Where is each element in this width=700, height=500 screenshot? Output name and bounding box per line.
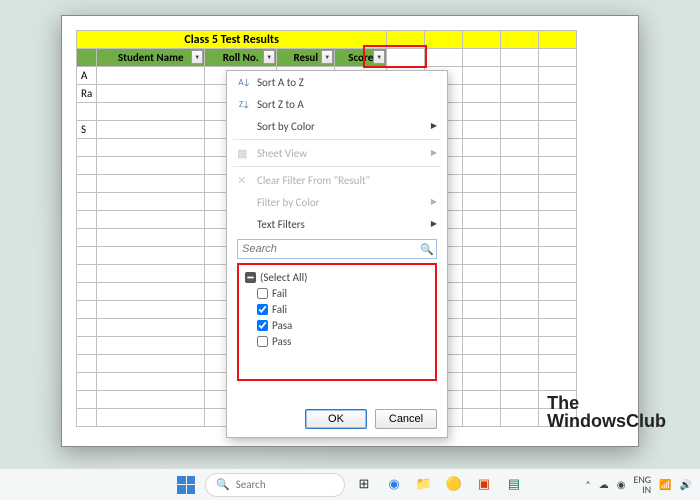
search-icon: 🔍 <box>216 478 230 491</box>
header-row: Student Name ▼ Roll No. ▼ Resul ▼ Score … <box>77 49 577 67</box>
filter-value-checkbox[interactable] <box>257 288 268 299</box>
tray-chevron-icon[interactable]: ˄ <box>585 478 590 491</box>
onedrive-icon[interactable]: ☁ <box>599 478 609 491</box>
sheet-view: ▦ Sheet View ▶ <box>227 142 447 164</box>
sheet-title: Class 5 Test Results <box>77 31 387 49</box>
search-icon: 🔍 <box>418 243 436 256</box>
clear-filter-icon: ✕ <box>237 174 251 187</box>
col-score[interactable]: Score ▼ <box>335 49 387 67</box>
volume-icon[interactable]: 🔊 <box>680 478 692 491</box>
filter-value-checkbox[interactable] <box>257 336 268 347</box>
start-button[interactable] <box>175 474 197 496</box>
wifi-icon[interactable]: 📶 <box>659 478 671 491</box>
filter-search-input[interactable] <box>238 243 418 255</box>
filter-search[interactable]: 🔍 <box>237 239 437 259</box>
filter-value-row[interactable]: Pasa <box>257 317 429 333</box>
filter-value-label: Fali <box>272 303 287 316</box>
task-view-icon[interactable]: ⊞ <box>353 474 375 496</box>
chevron-right-icon: ▶ <box>431 121 437 131</box>
row-fragment[interactable]: A <box>77 67 97 85</box>
spreadsheet-window: Class 5 Test Results Student Name ▼ Roll… <box>61 15 639 447</box>
office-icon[interactable]: ▣ <box>473 474 495 496</box>
filter-dropdown-icon[interactable]: ▼ <box>321 50 333 64</box>
excel-icon[interactable]: ▤ <box>503 474 525 496</box>
text-filters[interactable]: Text Filters ▶ <box>227 213 447 235</box>
edge-icon[interactable]: ◉ <box>383 474 405 496</box>
chevron-right-icon: ▶ <box>431 197 437 207</box>
system-tray[interactable]: ˄ ☁ ◉ ENG IN 📶 🔊 <box>585 475 692 495</box>
watermark: The WindowsClub <box>547 394 666 430</box>
clear-filter: ✕ Clear Filter From "Result" <box>227 169 447 191</box>
filter-value-label: Fail <box>272 287 287 300</box>
sort-ascending[interactable]: A↓ Sort A to Z <box>227 71 447 93</box>
sort-by-color[interactable]: Sort by Color ▶ <box>227 115 447 137</box>
select-all-row[interactable]: (Select All) <box>245 269 429 285</box>
filter-value-checkbox[interactable] <box>257 304 268 315</box>
filter-dropdown-icon[interactable]: ▼ <box>263 50 275 64</box>
filter-dropdown-icon[interactable]: ▼ <box>191 50 203 64</box>
filter-value-label: Pass <box>272 335 291 348</box>
windows-logo-icon <box>177 476 195 494</box>
col-student-name[interactable]: Student Name ▼ <box>97 49 205 67</box>
filter-value-row[interactable]: Pass <box>257 333 429 349</box>
filter-value-row[interactable]: Fali <box>257 301 429 317</box>
row-fragment[interactable] <box>77 103 97 121</box>
title-row: Class 5 Test Results <box>77 31 577 49</box>
row-fragment[interactable]: S <box>77 121 97 139</box>
chevron-right-icon: ▶ <box>431 219 437 229</box>
filter-value-checkbox[interactable] <box>257 320 268 331</box>
filter-by-color: Filter by Color ▶ <box>227 191 447 213</box>
chrome-tray-icon[interactable]: ◉ <box>617 478 626 491</box>
filter-value-label: Pasa <box>272 319 292 332</box>
ok-button[interactable]: OK <box>305 409 367 429</box>
chrome-icon[interactable]: 🟡 <box>443 474 465 496</box>
sort-za-icon: Z↓ <box>237 99 251 110</box>
explorer-icon[interactable]: 📁 <box>413 474 435 496</box>
chevron-right-icon: ▶ <box>431 148 437 158</box>
sheet-view-icon: ▦ <box>237 147 251 160</box>
taskbar-search[interactable]: 🔍 Search <box>205 473 345 497</box>
col-roll-no[interactable]: Roll No. ▼ <box>205 49 277 67</box>
col-result[interactable]: Resul ▼ <box>277 49 335 67</box>
worksheet: Class 5 Test Results Student Name ▼ Roll… <box>62 16 638 446</box>
sort-descending[interactable]: Z↓ Sort Z to A <box>227 93 447 115</box>
filter-value-row[interactable]: Fail <box>257 285 429 301</box>
filter-dropdown-icon[interactable]: ▼ <box>373 50 385 64</box>
sort-az-icon: A↓ <box>237 77 251 88</box>
select-all-checkbox[interactable] <box>245 272 256 283</box>
filter-values-box: (Select All) Fail Fali Pasa Pass <box>237 263 437 381</box>
row-fragment[interactable]: Ra <box>77 85 97 103</box>
windows-taskbar: 🔍 Search ⊞ ◉ 📁 🟡 ▣ ▤ ˄ ☁ ◉ ENG IN 📶 🔊 <box>0 468 700 500</box>
autofilter-menu: A↓ Sort A to Z Z↓ Sort Z to A Sort by Co… <box>226 70 448 438</box>
cancel-button[interactable]: Cancel <box>375 409 437 429</box>
